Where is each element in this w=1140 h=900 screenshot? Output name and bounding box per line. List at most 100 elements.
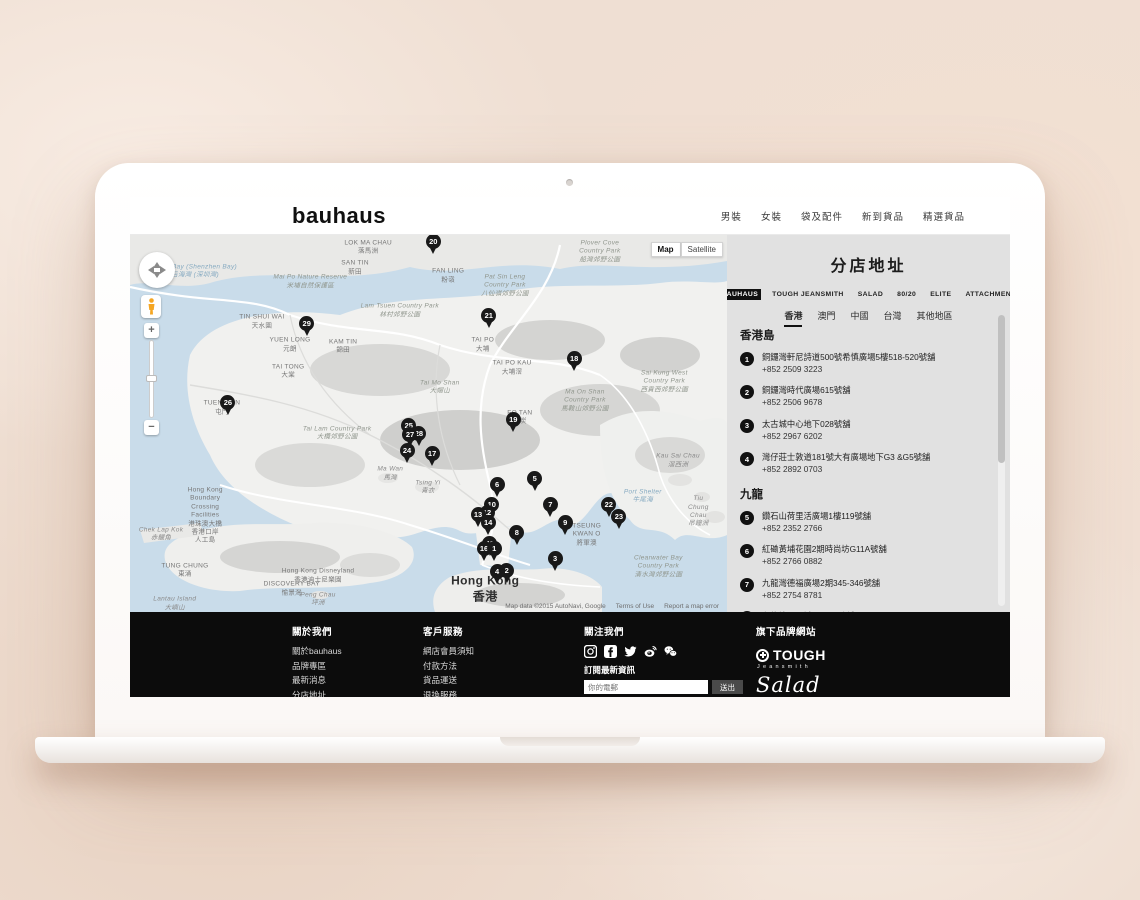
weibo-icon[interactable] xyxy=(644,645,657,658)
newsletter-submit-button[interactable]: 送出 xyxy=(712,680,743,694)
zoom-out-button[interactable]: − xyxy=(144,420,159,435)
footer-about-column: 關於我們 關於bauhaus品牌專區最新消息分店地址投資者資訊加入我們 xyxy=(292,624,423,697)
store-map[interactable]: Deep Bay (Shenzhen Bay) 后海灣 (深圳灣)Mai Po … xyxy=(130,235,727,612)
section-stores: 1 銅鑼灣軒尼詩道500號希慎廣場5樓518-520號舖 +852 2509 3… xyxy=(740,351,988,476)
map-pin[interactable]: 7 xyxy=(542,497,558,519)
nav-link[interactable]: 新到貨品 xyxy=(862,209,904,223)
nav-link[interactable]: 女裝 xyxy=(761,209,782,223)
newsletter-form: 送出 xyxy=(584,680,756,694)
twitter-icon[interactable] xyxy=(624,645,637,658)
nav-link[interactable]: 袋及配件 xyxy=(801,209,843,223)
map-pin[interactable]: 20 xyxy=(425,235,441,256)
map-pin-number: 1 xyxy=(487,541,502,556)
footer-links: 網店會員須知付款方法貨品運送退換服務參考尺碼對照服務條款及細則 xyxy=(423,645,584,697)
footer-link[interactable]: 付款方法 xyxy=(423,660,584,672)
store-list-item[interactable]: 7 九龍灣德福廣場2期345-346號舖 +852 2754 8781 xyxy=(740,577,988,601)
panel-scrollbar[interactable] xyxy=(998,315,1005,606)
panel-scrollbar-thumb[interactable] xyxy=(998,315,1005,463)
footer-column-title: 旗下品牌網站 xyxy=(756,624,906,638)
report-map-error-link[interactable]: Report a map error xyxy=(664,603,719,610)
instagram-icon[interactable] xyxy=(584,645,597,658)
brand-tab[interactable]: 80/20 xyxy=(894,289,919,300)
map-view-button[interactable]: Map xyxy=(651,242,681,257)
map-pin[interactable]: 4 xyxy=(489,564,505,586)
map-pin[interactable]: 8 xyxy=(509,525,525,547)
store-list-item[interactable]: 1 銅鑼灣軒尼詩道500號希慎廣場5樓518-520號舖 +852 2509 3… xyxy=(740,351,988,375)
zoom-slider-track[interactable] xyxy=(149,340,154,418)
map-pin[interactable]: 3 xyxy=(547,551,563,573)
footer-link[interactable]: 最新消息 xyxy=(292,674,423,686)
bauhaus-logo[interactable]: bauhaus xyxy=(292,203,386,229)
footer-link[interactable]: 品牌專區 xyxy=(292,660,423,672)
social-icons-row xyxy=(584,645,756,658)
store-section-kowloon: 九龍 5 鑽石山荷里活廣場1樓119號舖 +852 2352 2766 xyxy=(740,486,988,612)
store-number-badge: 7 xyxy=(740,578,754,592)
satellite-view-button[interactable]: Satellite xyxy=(681,242,723,257)
footer-link[interactable]: 網店會員須知 xyxy=(423,645,584,657)
footer-link[interactable]: 分店地址 xyxy=(292,689,423,698)
store-number-badge: 5 xyxy=(740,511,754,525)
map-pin[interactable]: 6 xyxy=(489,477,505,499)
store-phone: +852 2892 0703 xyxy=(762,463,930,475)
brand-tab[interactable]: BAUHAUS xyxy=(727,289,761,300)
section-heading: 九龍 xyxy=(740,486,988,502)
map-pin[interactable]: 5 xyxy=(527,471,543,493)
map-pin[interactable]: 23 xyxy=(611,509,627,531)
brand-tab[interactable]: TOUGH JEANSMITH xyxy=(769,289,847,300)
footer-link[interactable]: 退換服務 xyxy=(423,689,584,698)
facebook-icon[interactable] xyxy=(604,645,617,658)
salad-logo[interactable]: Salad xyxy=(756,674,906,697)
store-address: 紅磡黃埔花園2期時尚坊G11A號舖 xyxy=(762,543,887,555)
store-list-item[interactable]: 6 紅磡黃埔花園2期時尚坊G11A號舖 +852 2766 0882 xyxy=(740,543,988,567)
brand-tab[interactable]: ELITE xyxy=(927,289,954,300)
map-pin[interactable]: 9 xyxy=(557,515,573,537)
nav-link[interactable]: 男裝 xyxy=(721,209,742,223)
map-land-art xyxy=(130,235,727,612)
brand-tab[interactable]: ATTACHMENT xyxy=(962,289,1010,300)
map-pin[interactable]: 24 xyxy=(399,443,415,465)
map-pin[interactable]: 1 xyxy=(486,541,502,563)
store-list-item[interactable]: 4 灣仔莊士敦道181號大有廣場地下G3 &G5號舖 +852 2892 070… xyxy=(740,451,988,475)
store-number-badge: 6 xyxy=(740,544,754,558)
tough-jeansmith-logo[interactable]: TOUGH xyxy=(756,647,906,663)
map-pin[interactable]: 29 xyxy=(299,316,315,338)
map-pin[interactable]: 14 xyxy=(480,515,496,537)
map-pin[interactable]: 18 xyxy=(566,351,582,373)
zoom-slider-handle[interactable] xyxy=(146,375,157,382)
nav-link[interactable]: 精選貨品 xyxy=(923,209,965,223)
map-pin[interactable]: 17 xyxy=(424,446,440,468)
terms-of-use-link[interactable]: Terms of Use xyxy=(616,603,654,610)
site-footer: 關於我們 關於bauhaus品牌專區最新消息分店地址投資者資訊加入我們 客戶服務… xyxy=(130,612,1010,697)
map-pin[interactable]: 19 xyxy=(505,412,521,434)
footer-link[interactable]: 貨品運送 xyxy=(423,674,584,686)
store-list-item[interactable]: 2 銅鑼灣時代廣場615號舖 +852 2506 9678 xyxy=(740,384,988,408)
brand-tab[interactable]: SALAD xyxy=(855,289,886,300)
pan-left-icon[interactable] xyxy=(144,266,154,274)
map-zoom-control[interactable]: + − xyxy=(144,323,159,435)
tough-plus-icon xyxy=(756,649,769,662)
store-list-item[interactable]: 5 鑽石山荷里活廣場1樓119號舖 +852 2352 2766 xyxy=(740,510,988,534)
store-list: 香港島 1 銅鑼灣軒尼詩道500號希慎廣場5樓518-520號舖 +852 25… xyxy=(740,317,988,612)
pegman-control[interactable] xyxy=(141,295,161,318)
map-pin-number: 7 xyxy=(543,497,558,512)
map-pin-number: 8 xyxy=(509,525,524,540)
map-pin-number: 3 xyxy=(548,551,563,566)
tough-sub-wordmark: Jeansmith xyxy=(757,664,906,670)
footer-column-title: 關注我們 xyxy=(584,624,756,638)
tough-wordmark: TOUGH xyxy=(773,647,826,663)
zoom-in-button[interactable]: + xyxy=(144,323,159,338)
wechat-icon[interactable] xyxy=(664,645,677,658)
map-pan-control[interactable] xyxy=(139,252,175,288)
map-pin[interactable]: 21 xyxy=(481,308,497,330)
store-address: 銅鑼灣時代廣場615號舖 xyxy=(762,384,851,396)
footer-follow-column: 關注我們 xyxy=(584,624,756,697)
map-pin-number: 23 xyxy=(611,509,626,524)
pan-right-icon[interactable] xyxy=(160,266,170,274)
newsletter-email-input[interactable] xyxy=(584,680,708,694)
browser-screen: bauhaus 男裝 女裝 袋及配件 新到貨品 精選貨品 xyxy=(130,197,1010,697)
store-address: 銅鑼灣軒尼詩道500號希慎廣場5樓518-520號舖 xyxy=(762,351,935,363)
map-pin-number: 6 xyxy=(490,477,505,492)
store-list-item[interactable]: 3 太古城中心地下028號舖 +852 2967 6202 xyxy=(740,418,988,442)
map-pin[interactable]: 26 xyxy=(220,395,236,417)
footer-link[interactable]: 關於bauhaus xyxy=(292,645,423,657)
